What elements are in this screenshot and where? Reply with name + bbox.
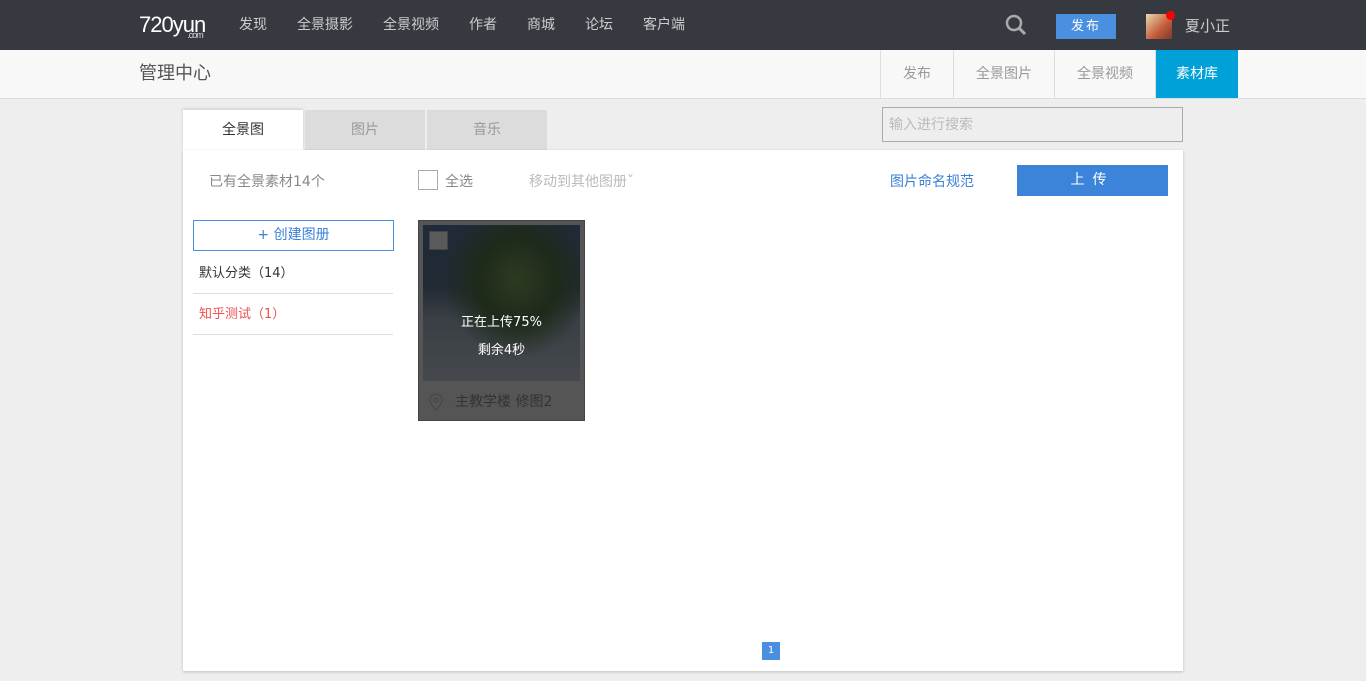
category-default[interactable]: 默认分类（14） <box>193 254 393 294</box>
nav-discover[interactable]: 发现 <box>239 0 267 50</box>
search-input[interactable] <box>882 107 1183 142</box>
upload-progress: 正在上传75% <box>461 315 542 330</box>
subtab-material-library[interactable]: 素材库 <box>1156 50 1238 98</box>
create-album-button[interactable]: + 创建图册 <box>193 220 394 251</box>
tab-panorama[interactable]: 全景图 <box>183 110 303 150</box>
move-label: 移动到其他图册 <box>529 174 627 190</box>
notification-dot <box>1166 11 1175 20</box>
nav-client[interactable]: 客户端 <box>643 0 685 50</box>
search-icon[interactable] <box>1005 14 1027 36</box>
material-tabs: 全景图 图片 音乐 <box>183 110 549 150</box>
sub-tabs: 发布 全景图片 全景视频 素材库 <box>880 50 1238 98</box>
subtab-panorama-videos[interactable]: 全景视频 <box>1055 50 1156 98</box>
main-nav: 发现 全景摄影 全景视频 作者 商城 论坛 客户端 <box>239 0 715 50</box>
tab-images[interactable]: 图片 <box>305 110 425 150</box>
select-all-checkbox[interactable] <box>418 170 438 190</box>
panorama-thumbnail: 正在上传75% 剩余4秒 <box>423 225 580 381</box>
move-to-album-dropdown[interactable]: 移动到其他图册ˇ <box>529 171 634 191</box>
nav-store[interactable]: 商城 <box>527 0 555 50</box>
chevron-down-icon: ˇ <box>627 174 634 190</box>
page-1[interactable]: 1 <box>762 642 780 660</box>
upload-button[interactable]: 上传 <box>1017 165 1168 196</box>
nav-authors[interactable]: 作者 <box>469 0 497 50</box>
card-title: 主教学楼 修图2 <box>455 394 553 410</box>
naming-rule-link[interactable]: 图片命名规范 <box>890 171 974 191</box>
page-title: 管理中心 <box>139 63 211 84</box>
nav-panorama-photo[interactable]: 全景摄影 <box>297 0 353 50</box>
nav-forum[interactable]: 论坛 <box>585 0 613 50</box>
top-navbar: 720yun.com 发现 全景摄影 全景视频 作者 商城 论坛 客户端 发布 … <box>0 0 1366 50</box>
logo-sub: .com <box>187 30 203 40</box>
select-all-label[interactable]: 全选 <box>445 171 473 191</box>
category-zhihu-test[interactable]: 知乎测试（1） <box>193 295 393 335</box>
subtab-panorama-images[interactable]: 全景图片 <box>954 50 1055 98</box>
subtab-publish[interactable]: 发布 <box>881 50 954 98</box>
material-panel: 已有全景素材14个 全选 移动到其他图册ˇ 图片命名规范 上传 + 创建图册 默… <box>183 150 1183 671</box>
publish-button[interactable]: 发布 <box>1056 14 1116 39</box>
nav-panorama-video[interactable]: 全景视频 <box>383 0 439 50</box>
material-count: 已有全景素材14个 <box>209 174 325 190</box>
upload-remaining: 剩余4秒 <box>477 343 526 358</box>
username[interactable]: 夏小正 <box>1185 0 1230 52</box>
card-checkbox[interactable] <box>429 231 448 250</box>
logo[interactable]: 720yun.com <box>139 12 221 40</box>
sub-header: 管理中心 发布 全景图片 全景视频 素材库 <box>0 50 1366 99</box>
uploading-card[interactable]: 正在上传75% 剩余4秒 主教学楼 修图2 <box>418 220 585 421</box>
tab-music[interactable]: 音乐 <box>427 110 547 150</box>
